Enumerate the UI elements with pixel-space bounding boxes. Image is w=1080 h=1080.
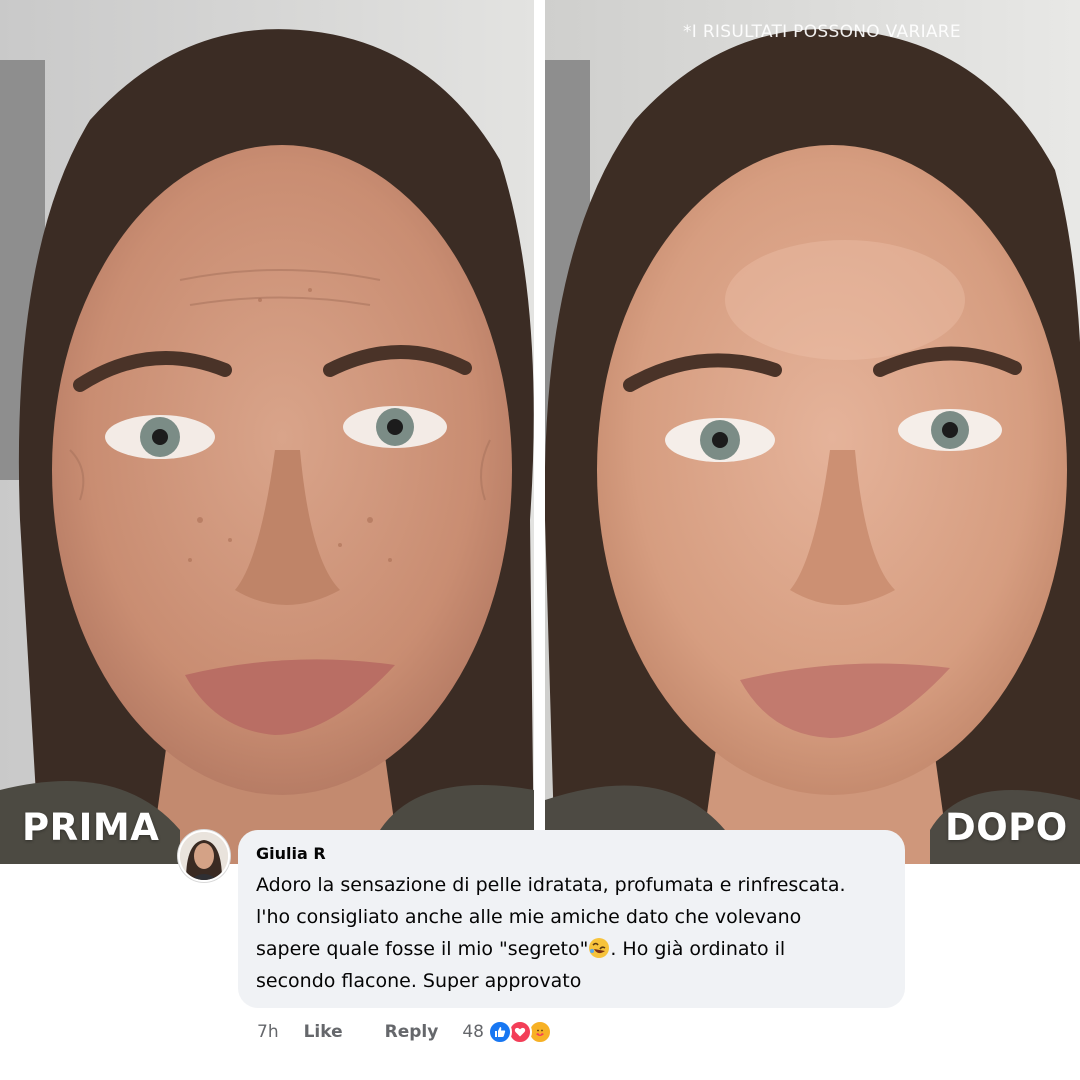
comment-actions: 7h Like Reply 48: [257, 1019, 558, 1045]
before-label: PRIMA: [22, 806, 160, 849]
comment-text-line-2: l'ho consigliato anche alle mie amiche d…: [256, 906, 802, 928]
results-disclaimer: *I RISULTATI POSSONO VARIARE: [683, 22, 961, 42]
after-photo: [545, 0, 1080, 864]
reaction-count[interactable]: 48: [462, 1022, 484, 1042]
comment-text-line-1: Adoro la sensazione di pelle idratata, p…: [256, 874, 846, 896]
avatar-photo: [180, 832, 228, 880]
reactions-summary[interactable]: [487, 1019, 558, 1045]
after-face-image: [545, 0, 1080, 864]
before-photo: [0, 0, 534, 864]
avatar[interactable]: [178, 830, 230, 882]
after-label: DOPO: [945, 806, 1068, 849]
before-face-image: [0, 0, 534, 864]
comment-text-line-3-start: sapere quale fosse il mio "segreto": [256, 938, 589, 960]
before-after-ad: *I RISULTATI POSSONO VARIARE PRIMA DOPO …: [0, 0, 1080, 1080]
comment-author[interactable]: Giulia R: [256, 844, 887, 863]
comment-text-line-4: secondo flacone. Super approvato: [256, 970, 582, 992]
rolling-on-floor-laughing-emoji-icon: [589, 938, 610, 958]
comment-text-line-3-end: . Ho già ordinato il: [610, 938, 786, 960]
comment-text-line-3: sapere quale fosse il mio "segreto" . Ho …: [256, 933, 887, 965]
comment-timestamp[interactable]: 7h: [257, 1022, 279, 1042]
like-button[interactable]: Like: [304, 1022, 343, 1042]
photo-divider: [534, 0, 545, 864]
reply-button[interactable]: Reply: [385, 1022, 439, 1042]
like-reaction-icon: [487, 1020, 512, 1044]
comment-bubble: Giulia R Adoro la sensazione di pelle id…: [238, 830, 905, 1008]
